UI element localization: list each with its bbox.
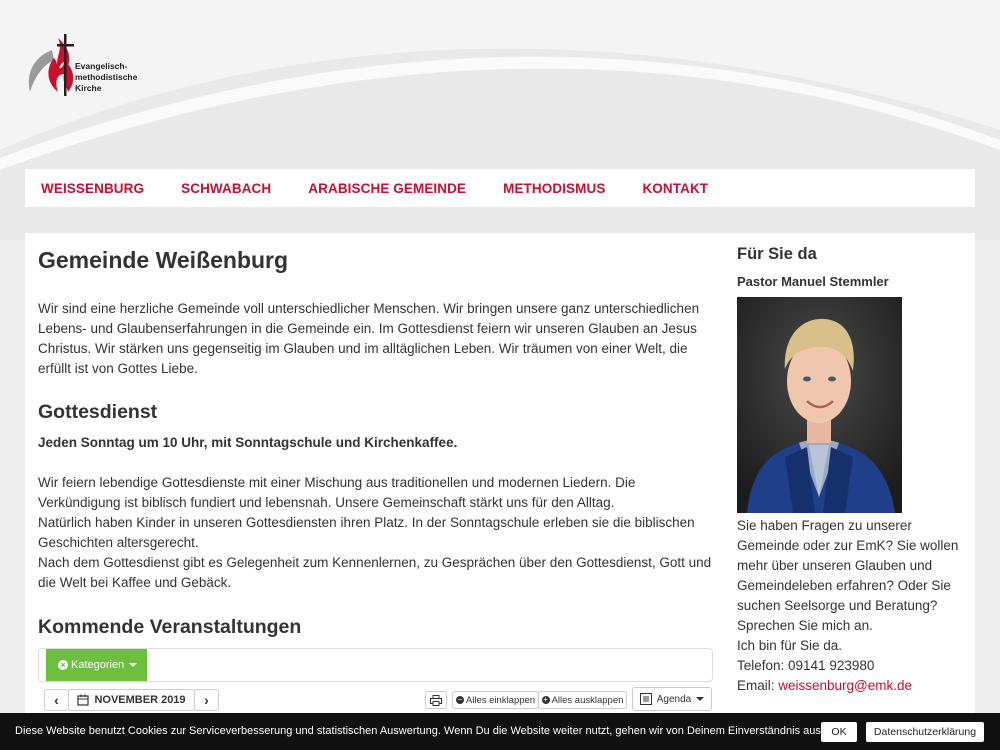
nav-item-weissenburg[interactable]: WEISSENBURG: [41, 181, 144, 196]
pastor-name: Pastor Manuel Stemmler: [737, 274, 889, 289]
gottesdienst-paragraph-1: Wir feiern lebendige Gottesdienste mit e…: [38, 475, 636, 510]
email-link[interactable]: weissenburg@emk.de: [778, 678, 912, 693]
gottesdienst-paragraph-3: Nach dem Gottesdienst gibt es Gelegenhei…: [38, 555, 712, 590]
calendar-navigation: ‹ NOVEMBER 2019 › − Alles einklappen + A…: [44, 687, 714, 713]
privacy-policy-button[interactable]: Datenschutzerklärung: [866, 722, 984, 742]
next-month-button[interactable]: ›: [194, 689, 219, 711]
nav-item-kontakt[interactable]: KONTAKT: [642, 181, 708, 196]
caret-down-icon: [129, 663, 138, 667]
collapse-all-button[interactable]: − Alles einklappen: [452, 691, 539, 709]
nav-item-methodismus[interactable]: METHODISMUS: [503, 181, 605, 196]
sidebar-title: Für Sie da: [737, 245, 817, 263]
print-button[interactable]: [425, 691, 447, 709]
intro-paragraph: Wir sind eine herzliche Gemeinde voll un…: [38, 301, 700, 376]
calendar-filter-bar: × Kategorien: [38, 648, 713, 682]
prev-month-button[interactable]: ‹: [44, 689, 69, 711]
logo-line-1: Evangelisch-: [75, 61, 128, 71]
calendar-icon: [77, 694, 90, 706]
page-title: Gemeinde Weißenburg: [38, 247, 289, 273]
chevron-left-icon: ‹: [54, 692, 59, 708]
events-heading: Kommende Veranstaltungen: [38, 616, 302, 638]
gottesdienst-text: Wir feiern lebendige Gottesdienste mit e…: [38, 473, 713, 593]
logo-wordmark: Evangelisch- methodistische Kirche: [75, 61, 137, 94]
cookie-ok-button[interactable]: OK: [821, 722, 857, 742]
collapse-all-label: Alles einklappen: [465, 694, 536, 706]
sidebar-email: Email: weissenburg@emk.de: [737, 676, 967, 696]
categories-label: Kategorien: [71, 659, 125, 671]
emk-logo[interactable]: Evangelisch- methodistische Kirche: [24, 30, 154, 100]
logo-line-2: methodistische: [75, 72, 138, 82]
agenda-list-icon: [639, 693, 652, 705]
pastor-photo: [737, 297, 902, 513]
minus-circle-icon: −: [455, 695, 464, 704]
nav-item-schwabach[interactable]: SCHWABACH: [181, 181, 271, 196]
service-time: Jeden Sonntag um 10 Uhr, mit Sonntagschu…: [38, 435, 458, 450]
current-month: NOVEMBER 2019: [94, 694, 186, 706]
sidebar-paragraph: Sie haben Fragen zu unserer Gemeinde ode…: [737, 518, 959, 633]
cookie-banner: Diese Website benutzt Cookies zur Servic…: [0, 713, 1000, 750]
expand-all-button[interactable]: + Alles ausklappen: [538, 691, 627, 709]
caret-down-icon: [696, 697, 705, 701]
logo-line-3: Kirche: [75, 83, 102, 93]
sidebar-phone: Telefon: 09141 923980: [737, 658, 875, 673]
pastor-portrait: [737, 297, 902, 513]
close-circle-icon: ×: [58, 660, 68, 670]
cookie-text: Diese Website benutzt Cookies zur Servic…: [15, 725, 824, 737]
printer-icon: [430, 694, 442, 706]
view-dropdown[interactable]: Agenda: [632, 687, 712, 711]
chevron-right-icon: ›: [204, 692, 209, 708]
content-area: Gemeinde Weißenburg Wir sind eine herzli…: [25, 233, 975, 750]
categories-dropdown[interactable]: × Kategorien: [46, 649, 147, 681]
sidebar-text: Sie haben Fragen zu unserer Gemeinde ode…: [737, 516, 967, 696]
sidebar-available: Ich bin für Sie da.: [737, 638, 843, 653]
plus-circle-icon: +: [541, 695, 550, 704]
view-label: Agenda: [656, 693, 692, 705]
expand-all-label: Alles ausklappen: [551, 694, 624, 706]
email-label: Email:: [737, 678, 779, 693]
gottesdienst-heading: Gottesdienst: [38, 401, 158, 423]
nav-item-arabische-gemeinde[interactable]: ARABISCHE GEMEINDE: [308, 181, 466, 196]
gottesdienst-paragraph-2: Natürlich haben Kinder in unseren Gottes…: [38, 515, 695, 550]
month-picker-button[interactable]: NOVEMBER 2019: [68, 689, 195, 711]
main-nav: WEISSENBURG SCHWABACH ARABISCHE GEMEINDE…: [25, 169, 975, 207]
